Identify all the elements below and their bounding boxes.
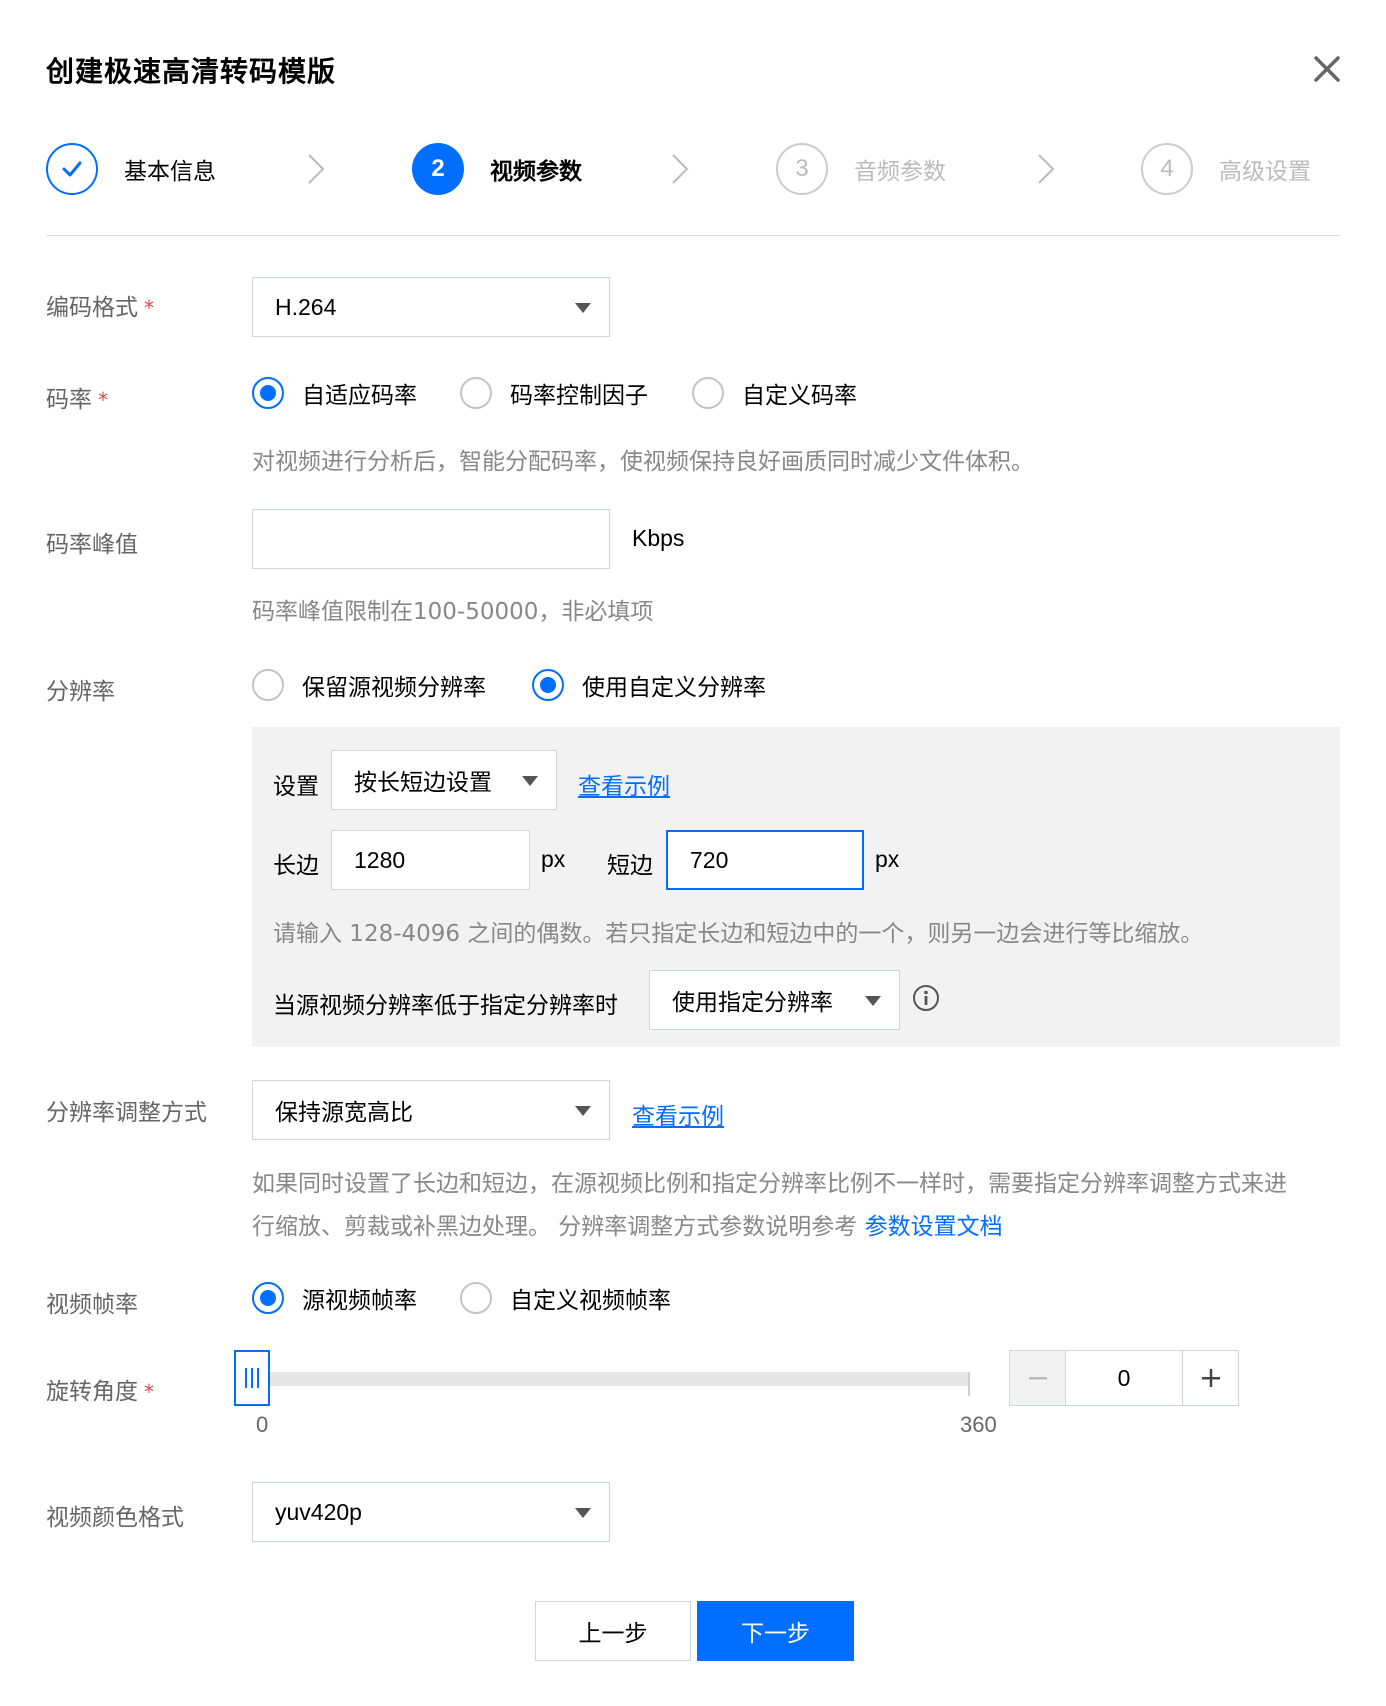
radio-button[interactable] <box>460 377 492 409</box>
close-icon[interactable] <box>1310 52 1344 86</box>
fps-option-custom[interactable]: 自定义视频帧率 <box>460 1280 671 1316</box>
caret-down-icon <box>575 1106 591 1116</box>
color-format-select[interactable]: yuv420p <box>252 1482 610 1542</box>
peak-label: 码率峰值 <box>46 532 138 558</box>
step-video-params[interactable]: 2 视频参数 <box>412 143 582 195</box>
fps-option-source[interactable]: 源视频帧率 <box>252 1280 417 1316</box>
step-label: 高级设置 <box>1219 159 1311 185</box>
chevron-right-icon <box>1038 154 1055 184</box>
plus-icon[interactable] <box>1182 1351 1238 1405</box>
rotation-slider-end <box>968 1372 970 1396</box>
resolution-option-custom[interactable]: 使用自定义分辨率 <box>532 667 766 703</box>
long-side-input[interactable]: 1280 <box>331 830 530 890</box>
resolution-option-source[interactable]: 保留源视频分辨率 <box>252 667 486 703</box>
step-label: 音频参数 <box>854 159 946 185</box>
codec-select[interactable]: H.264 <box>252 277 610 337</box>
codec-label: 编码格式 * <box>46 295 154 321</box>
rotation-stepper: 0 <box>1009 1350 1239 1406</box>
divider <box>46 235 1340 236</box>
rotation-label: 旋转角度 * <box>46 1379 154 1405</box>
adjust-example-link[interactable]: 查看示例 <box>632 1097 724 1131</box>
rotation-min-tick: 0 <box>256 1412 269 1437</box>
caret-down-icon <box>522 776 538 786</box>
radio-button[interactable] <box>252 377 284 409</box>
resolution-label: 分辨率 <box>46 679 115 705</box>
step-label: 视频参数 <box>490 159 582 185</box>
doc-link[interactable]: 参数设置文档 <box>865 1214 1003 1240</box>
radio-label: 源视频帧率 <box>302 1288 417 1314</box>
radio-label: 使用自定义分辨率 <box>582 675 766 701</box>
short-side-input[interactable]: 720 <box>666 830 864 890</box>
radio-button[interactable] <box>460 1282 492 1314</box>
adjust-hint-line1: 如果同时设置了长边和短边，在源视频比例和指定分辨率比例不一样时，需要指定分辨率调… <box>252 1171 1287 1197</box>
resolution-hint: 请输入 128-4096 之间的偶数。若只指定长边和短边中的一个，则另一边会进行… <box>273 921 1204 947</box>
step-label: 基本信息 <box>124 159 216 185</box>
radio-button[interactable] <box>252 1282 284 1314</box>
adjust-label: 分辨率调整方式 <box>46 1100 207 1126</box>
info-icon[interactable] <box>912 984 940 1012</box>
minus-icon[interactable] <box>1010 1351 1066 1405</box>
radio-label: 自定义码率 <box>742 383 857 409</box>
resolution-setting-select[interactable]: 按长短边设置 <box>331 750 557 810</box>
rotation-max-tick: 360 <box>960 1412 997 1437</box>
lower-resolution-select[interactable]: 使用指定分辨率 <box>649 970 900 1030</box>
caret-down-icon <box>575 1508 591 1518</box>
chevron-right-icon <box>308 154 325 184</box>
radio-label: 自定义视频帧率 <box>510 1288 671 1314</box>
radio-label: 保留源视频分辨率 <box>302 675 486 701</box>
step-number: 2 <box>412 143 464 195</box>
adjust-hint-line2: 行缩放、剪裁或补黑边处理。 分辨率调整方式参数说明参考 参数设置文档 <box>252 1214 1003 1240</box>
resolution-example-link[interactable]: 查看示例 <box>578 767 670 801</box>
required-mark: * <box>144 1380 154 1404</box>
color-format-label: 视频颜色格式 <box>46 1505 184 1531</box>
long-side-label: 长边 <box>273 853 319 879</box>
bitrate-hint: 对视频进行分析后，智能分配码率，使视频保持良好画质同时减少文件体积。 <box>252 449 1034 475</box>
radio-button[interactable] <box>692 377 724 409</box>
codec-select-value: H.264 <box>275 293 337 320</box>
step-basic-info[interactable]: 基本信息 <box>46 143 216 195</box>
dialog-title: 创建极速高清转码模版 <box>46 55 337 88</box>
fps-label: 视频帧率 <box>46 1292 138 1318</box>
bitrate-option-custom[interactable]: 自定义码率 <box>692 375 857 411</box>
radio-button[interactable] <box>252 669 284 701</box>
bitrate-option-crf[interactable]: 码率控制因子 <box>460 375 648 411</box>
caret-down-icon <box>575 303 591 313</box>
step-audio-params[interactable]: 3 音频参数 <box>776 143 946 195</box>
step-number: 3 <box>776 143 828 195</box>
short-side-label: 短边 <box>607 853 653 879</box>
color-format-value: yuv420p <box>275 1498 362 1525</box>
chevron-right-icon <box>672 154 689 184</box>
rotation-slider-track[interactable] <box>258 1372 970 1386</box>
caret-down-icon <box>865 996 881 1006</box>
adjust-select[interactable]: 保持源宽高比 <box>252 1080 610 1140</box>
peak-input[interactable] <box>252 509 610 569</box>
resolution-setting-value: 按长短边设置 <box>354 770 492 796</box>
bitrate-label: 码率 * <box>46 387 108 413</box>
step-advanced[interactable]: 4 高级设置 <box>1141 143 1311 195</box>
rotation-slider-thumb[interactable] <box>234 1350 270 1406</box>
radio-label: 自适应码率 <box>302 383 417 409</box>
resolution-setting-label: 设置 <box>273 774 319 800</box>
peak-hint: 码率峰值限制在100-50000，非必填项 <box>252 599 654 625</box>
required-mark: * <box>144 296 154 320</box>
prev-button[interactable]: 上一步 <box>535 1601 691 1661</box>
radio-label: 码率控制因子 <box>510 383 648 409</box>
bitrate-option-adaptive[interactable]: 自适应码率 <box>252 375 417 411</box>
lower-resolution-value: 使用指定分辨率 <box>672 990 833 1016</box>
rotation-value-input[interactable]: 0 <box>1066 1351 1182 1405</box>
long-side-unit: px <box>541 846 566 872</box>
short-side-unit: px <box>875 846 900 872</box>
adjust-select-value: 保持源宽高比 <box>275 1100 413 1126</box>
lower-resolution-label: 当源视频分辨率低于指定分辨率时 <box>273 993 618 1019</box>
radio-button[interactable] <box>532 669 564 701</box>
check-icon <box>46 143 98 195</box>
peak-unit: Kbps <box>632 525 685 551</box>
step-number: 4 <box>1141 143 1193 195</box>
required-mark: * <box>98 388 108 412</box>
next-button[interactable]: 下一步 <box>697 1601 854 1661</box>
